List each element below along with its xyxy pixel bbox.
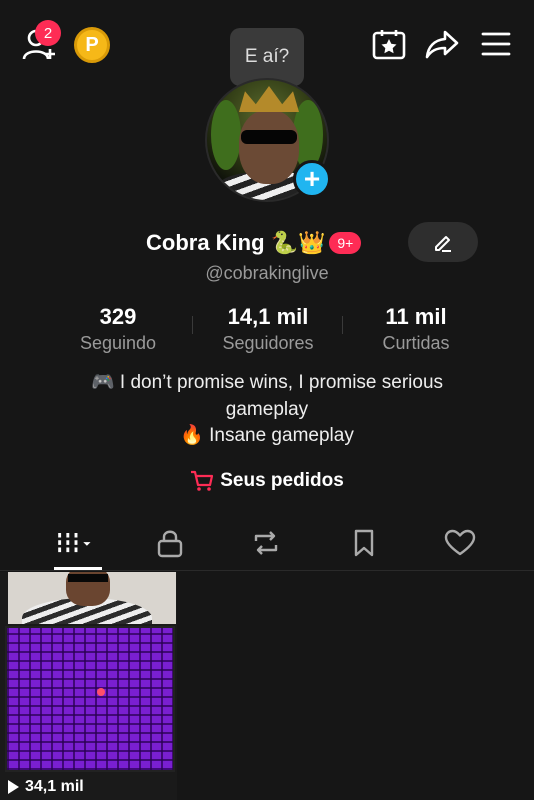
profile-tabs (0, 515, 534, 571)
stat-followers[interactable]: 14,1 mil Seguidores (198, 304, 338, 354)
facecam-image (8, 572, 176, 624)
name-emojis: 🐍👑 (270, 230, 326, 255)
name-row: Cobra King 🐍👑 9+ (146, 226, 362, 260)
profile-stats: 329 Seguindo 14,1 mil Seguidores 11 mil … (0, 304, 534, 354)
add-story-plus-icon[interactable]: + (293, 160, 331, 198)
stat-label: Seguindo (79, 333, 157, 353)
play-icon (8, 780, 19, 794)
tab-liked[interactable] (440, 525, 480, 561)
repost-icon (254, 531, 278, 555)
profile-avatar[interactable]: + (205, 78, 331, 202)
active-tab-indicator (54, 567, 102, 570)
notification-badge: 2 (35, 20, 61, 46)
tab-saved[interactable] (344, 525, 384, 561)
edit-profile-button[interactable] (408, 222, 478, 262)
hamburger-menu-icon (481, 32, 511, 56)
bio-line: 🎮 I don’t promise wins, I promise seriou… (90, 372, 444, 393)
bio: 🎮 I don’t promise wins, I promise seriou… (0, 370, 534, 450)
stat-value: 329 (99, 304, 137, 329)
orders-link[interactable]: Seus pedidos (0, 470, 534, 492)
cart-icon (191, 470, 214, 491)
videos-grid-icon (58, 533, 91, 553)
view-count: 34,1 mil (8, 778, 84, 796)
share-button[interactable] (423, 26, 461, 62)
stat-label: Curtidas (382, 333, 450, 353)
heart-icon (444, 529, 476, 556)
display-name: Cobra King (146, 230, 265, 255)
divider (342, 316, 343, 334)
coin-icon[interactable]: P (74, 27, 110, 63)
username: @cobrakinglive (205, 263, 329, 283)
video-thumbnail[interactable]: 34,1 mil (0, 572, 177, 800)
lock-icon (157, 530, 183, 558)
share-arrow-icon (425, 30, 459, 59)
stat-label: Seguidores (222, 333, 314, 353)
stat-following[interactable]: 329 Seguindo (48, 304, 188, 354)
calendar-button[interactable] (370, 26, 408, 62)
notification-count-badge[interactable]: 9+ (329, 232, 362, 254)
pencil-icon (435, 236, 451, 252)
maze-game-image (5, 626, 175, 772)
bio-line: 🔥 Insane gameplay (180, 425, 354, 446)
top-bar: 2 P E aí? (0, 0, 534, 90)
divider (192, 316, 193, 334)
bio-line: gameplay (225, 398, 309, 420)
menu-button[interactable] (477, 26, 515, 62)
bookmark-icon (354, 529, 374, 557)
stat-likes[interactable]: 11 mil Curtidas (346, 304, 486, 354)
tab-private[interactable] (150, 525, 190, 561)
view-count-text: 34,1 mil (25, 778, 84, 795)
stat-value: 11 mil (385, 304, 447, 329)
tab-videos[interactable] (56, 525, 96, 561)
orders-label: Seus pedidos (220, 470, 344, 491)
stat-value: 14,1 mil (227, 304, 309, 329)
tab-reposts[interactable] (246, 525, 286, 561)
calendar-star-icon (372, 30, 406, 60)
